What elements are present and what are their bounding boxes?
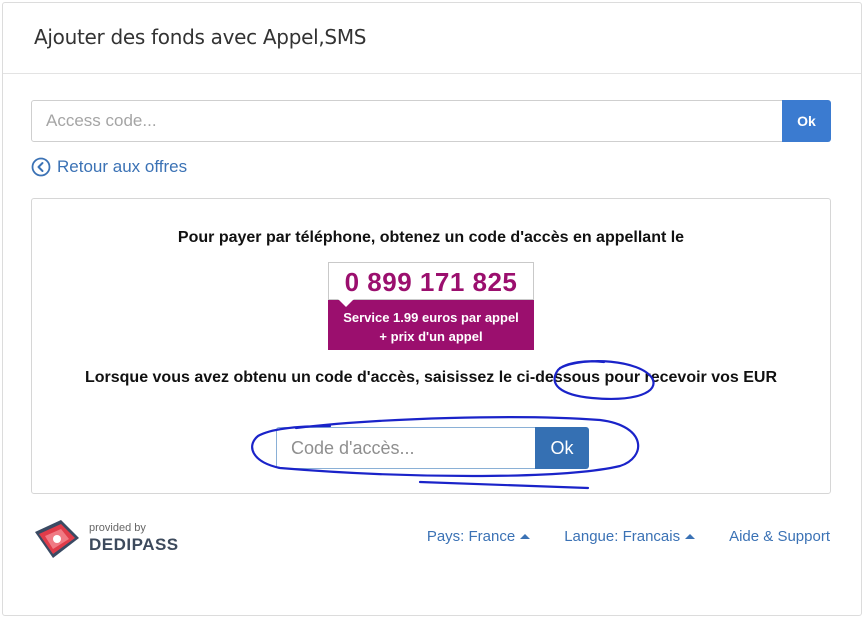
provided-by-label: provided by: [89, 522, 146, 534]
code-entry-row: Ok: [276, 427, 589, 469]
page-title: Ajouter des fonds avec Appel,SMS: [34, 25, 367, 49]
language-label: Langue: Francais: [564, 528, 681, 545]
caret-up-icon: [520, 534, 531, 539]
back-link-label: Retour aux offres: [57, 157, 188, 176]
access-code-field[interactable]: [276, 427, 536, 469]
country-selector[interactable]: Pays: France: [426, 528, 531, 545]
service-price-text: Service 1.99 euros par appel + prix d'un…: [328, 300, 534, 350]
phone-payment-box: Pour payer par téléphone, obtenez un cod…: [31, 198, 831, 494]
chevron-left-circle-icon: [31, 157, 51, 177]
panel-header: Ajouter des fonds avec Appel,SMS: [3, 3, 861, 74]
dedipass-logo: provided by DEDIPASS: [31, 518, 178, 562]
phone-number-block: 0 899 171 825 Service 1.99 euros par app…: [328, 262, 534, 350]
phone-number: 0 899 171 825: [328, 262, 534, 300]
caret-up-icon: [685, 534, 696, 539]
code-entry-instruction: Lorsque vous avez obtenu un code d'accès…: [84, 369, 778, 386]
access-code-input[interactable]: [31, 100, 783, 142]
access-code-row: Ok: [31, 100, 831, 142]
country-label: Pays: France: [426, 528, 516, 545]
phone-notch: [338, 299, 354, 307]
code-ok-button[interactable]: Ok: [535, 427, 589, 469]
help-support-link[interactable]: Aide & Support: [729, 528, 830, 545]
language-selector[interactable]: Langue: Francais: [564, 528, 696, 545]
payment-instruction: Pour payer par téléphone, obtenez un cod…: [177, 229, 685, 246]
back-to-offers-link[interactable]: Retour aux offres: [31, 155, 187, 179]
dedipass-logo-icon: [35, 520, 79, 558]
access-code-ok-button[interactable]: Ok: [782, 100, 831, 142]
footer-links: Pays: France Langue: Francais Aide & Sup…: [427, 528, 830, 545]
brand-name: DEDIPASS: [89, 535, 179, 554]
